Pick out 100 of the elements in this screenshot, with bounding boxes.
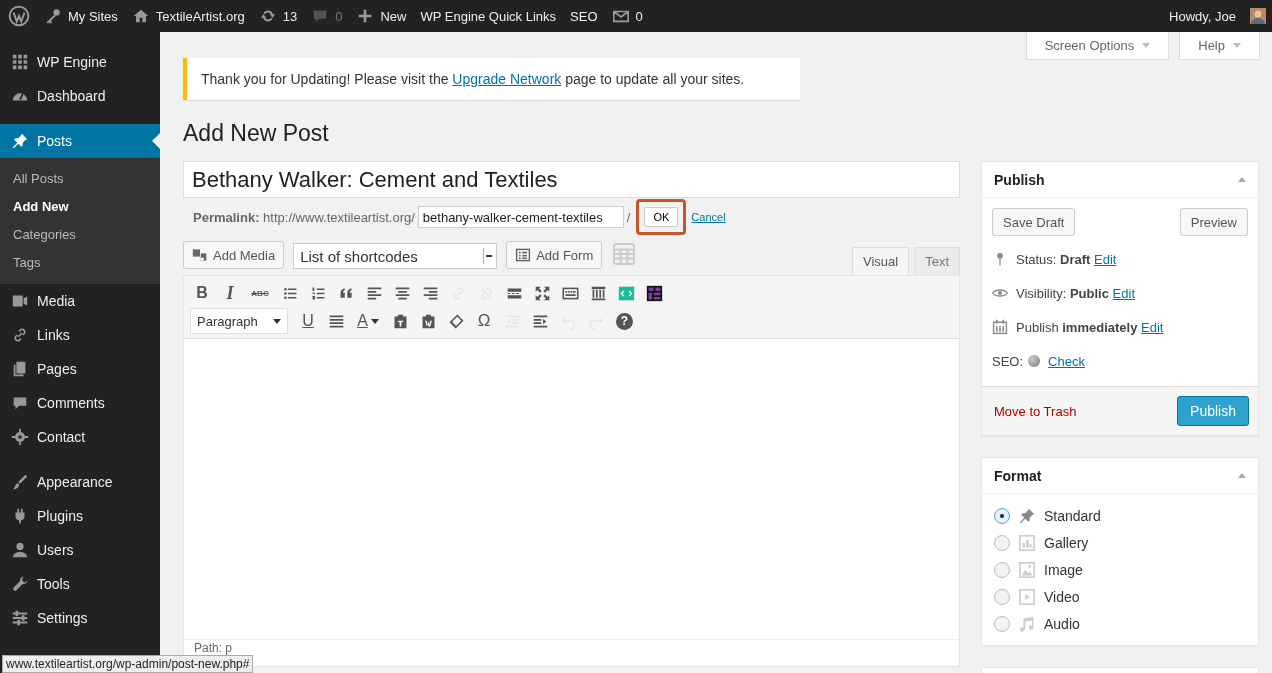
slash-text: / [626,209,631,225]
format-option-label: Video [1044,588,1080,605]
shortcode-select[interactable]: List of shortcodes [293,243,498,269]
gallery-icon [1018,533,1036,552]
format-option-label: Gallery [1044,534,1089,551]
notice-text: Thank you for Updating! Please visit the Upgrade Network page to update all your sites. [201,71,745,87]
publish-setting-text: Publish immediately Edit [1016,319,1164,335]
format-select[interactable]: Paragraph [190,308,288,334]
pushpin-icon [11,132,29,150]
caret-icon [370,318,379,324]
code-icon [617,284,635,302]
form-icon [515,247,532,263]
special-character-button[interactable]: Ω [472,309,496,333]
image-icon [1018,560,1036,579]
preview-button[interactable]: Preview [1179,208,1248,236]
menu-item[interactable]: WP Engine [0,45,160,79]
music-note-icon [1018,614,1036,633]
editor-path-text: Path: p [194,641,233,655]
panel-title: Format [994,467,1042,484]
radio-button[interactable] [994,561,1010,578]
submenu-item[interactable]: Tags [0,249,160,277]
admin-bar-link[interactable]: TextileArtist.org [131,7,255,25]
add-form-button[interactable]: Add Form [506,241,603,269]
link-icon [11,326,29,344]
underline-button[interactable]: U [296,309,320,333]
format-option-label: Audio [1044,615,1080,632]
bold-button[interactable]: B [190,281,214,305]
admin-bar-link[interactable]: SEO [570,8,608,24]
caret-icon [1142,43,1151,48]
caret-icon [1233,43,1241,48]
media-icon [192,247,208,263]
publish-setting-text: Status: Draft Edit [1016,251,1117,267]
fullscreen-icon [533,284,551,302]
menu-item[interactable]: Comments [0,386,160,420]
format-option-label: Image [1044,561,1083,578]
radio-button[interactable] [994,534,1010,551]
status-url-tooltip: www.textileartist.org/wp-admin/post-new.php# [2,655,254,673]
menu-item[interactable]: Plugins [0,499,160,533]
admin-bar-link[interactable]: 0 [611,7,653,25]
logo-icon [8,5,30,27]
screen-meta-tab[interactable]: Screen Options [1025,32,1170,60]
admin-bar-link[interactable]: My Sites [44,7,128,25]
grid-icon [11,53,29,71]
house-icon [131,7,150,25]
brush-icon [11,473,29,491]
editor-tab[interactable]: Visual [851,247,910,275]
key-icon [44,7,62,25]
menu-item[interactable]: Posts [0,124,160,158]
submenu-item[interactable]: All Posts [0,165,160,193]
status-ball-icon [1028,355,1041,367]
slug-field[interactable]: bethany-walker-cement-textiles [417,206,624,228]
user-icon [11,541,29,559]
submenu-item[interactable]: Add New [0,193,160,221]
editor-tab[interactable]: Text [914,247,960,275]
menu-item[interactable]: Media [0,284,160,318]
format-option-label: Standard [1044,507,1101,524]
screen-meta-tab[interactable]: Help [1179,32,1260,60]
menu-item[interactable]: Appearance [0,465,160,499]
admin-bar-link[interactable]: New [356,7,417,25]
cancel-link[interactable]: Cancel [691,211,726,223]
menu-item[interactable]: Pages [0,352,160,386]
radio-button[interactable] [994,507,1010,524]
edit-link[interactable]: Edit [1094,251,1117,267]
check-link[interactable]: Check [1048,353,1085,369]
radio-button[interactable] [994,615,1010,632]
save-draft-button[interactable]: Save Draft [992,208,1076,236]
upgrade-network-link[interactable]: Upgrade Network [452,71,562,87]
menu-item[interactable]: Dashboard [0,79,160,113]
account-link[interactable]: Howdy, Joe [1169,8,1246,24]
submenu-item[interactable]: Categories [0,221,160,249]
video-icon [1018,587,1036,606]
post-title-field[interactable]: Bethany Walker: Cement and Textiles [183,161,960,198]
move-to-trash-link[interactable]: Move to Trash [994,403,1077,419]
wrench-icon [11,575,29,593]
menu-item[interactable]: Links [0,318,160,352]
edit-link[interactable]: Edit [1141,319,1164,335]
strikethrough-button[interactable]: ABC [246,281,274,305]
menu-item[interactable]: Tools [0,567,160,601]
ok-button[interactable]: OK [644,207,679,227]
calendar-icon [992,319,1008,335]
eraser-icon [447,312,465,330]
sliders-icon [11,609,29,627]
page-title: Add New Post [183,119,330,148]
seo-label: SEO: [992,353,1024,369]
menu-item[interactable]: Users [0,533,160,567]
help-button[interactable]: ? [616,312,633,330]
menu-item[interactable]: Contact [0,420,160,454]
radio-button[interactable] [994,588,1010,605]
table-icon [613,243,636,265]
menu-item[interactable]: Settings [0,601,160,635]
italic-button[interactable]: I [218,281,242,305]
edit-link[interactable]: Edit [1112,285,1135,301]
publish-setting-text: Visibility: Public Edit [1016,285,1135,301]
gear-icon [11,428,29,446]
admin-bar-link[interactable]: 13 [258,7,308,25]
permalink-label: Permalink: http://www.textileartist.org/ [193,209,415,225]
admin-bar-link[interactable]: WP Engine Quick Links [420,8,567,24]
add-media-button[interactable]: Add Media [183,241,285,269]
text-color-button[interactable]: A [352,309,384,333]
pushpin-icon [1018,506,1036,525]
